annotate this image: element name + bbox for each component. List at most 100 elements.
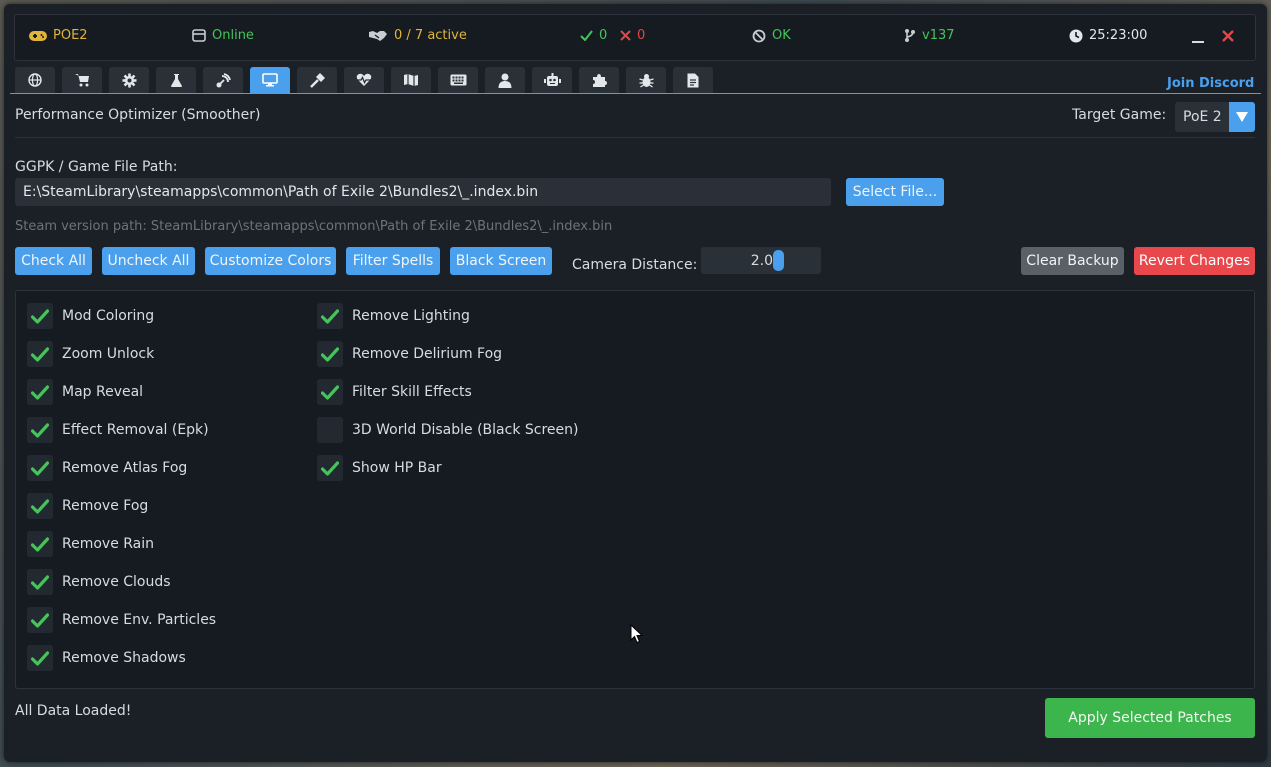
tab-debug[interactable] (626, 67, 666, 93)
option-label: Remove Fog (62, 498, 149, 514)
file-path-label: GGPK / Game File Path: (15, 159, 178, 175)
tab-plugins[interactable] (579, 67, 619, 93)
checkbox[interactable] (317, 341, 343, 367)
target-game-label: Target Game: (1072, 107, 1167, 123)
select-file-button[interactable]: Select File... (846, 178, 944, 206)
tab-tools[interactable] (297, 67, 337, 93)
option-remove-fog[interactable]: Remove Fog (27, 493, 148, 519)
tab-globe[interactable] (15, 67, 55, 93)
check-icon (580, 30, 593, 41)
checkbox[interactable] (27, 341, 53, 367)
app-window: POE2 Online 0 / 7 active 0 0 OK v137 25:… (4, 4, 1267, 762)
option-label: Mod Coloring (62, 308, 155, 324)
checkbox[interactable] (27, 569, 53, 595)
check-all-button[interactable]: Check All (15, 247, 92, 275)
target-game-select[interactable]: PoE 2 (1175, 102, 1255, 132)
option-label: 3D World Disable (Black Screen) (352, 422, 579, 438)
cursor-icon (630, 623, 644, 644)
globe-icon (28, 73, 42, 87)
status-fail: 0 (620, 28, 645, 43)
flask-icon (170, 73, 182, 87)
checkbox[interactable] (27, 303, 53, 329)
page-title: Performance Optimizer (Smoother) (15, 107, 261, 123)
tab-logs[interactable] (673, 67, 713, 93)
close-button[interactable] (1220, 28, 1236, 44)
file-path-input[interactable] (15, 178, 831, 206)
option-remove-env-particles[interactable]: Remove Env. Particles (27, 607, 216, 633)
handshake-icon (369, 31, 387, 41)
status-success-count: 0 (599, 28, 608, 43)
gear-icon (122, 73, 136, 87)
satellite-icon (216, 72, 231, 87)
tab-lab[interactable] (156, 67, 196, 93)
tab-map[interactable] (391, 67, 431, 93)
option-label: Zoom Unlock (62, 346, 155, 362)
camera-distance-slider[interactable]: 2.0 (701, 247, 821, 274)
document-icon (687, 73, 699, 87)
revert-changes-button[interactable]: Revert Changes (1134, 247, 1255, 275)
customize-colors-button[interactable]: Customize Colors (205, 247, 336, 275)
option-remove-rain[interactable]: Remove Rain (27, 531, 154, 557)
option-remove-lighting[interactable]: Remove Lighting (317, 303, 470, 329)
option-remove-delirium-fog[interactable]: Remove Delirium Fog (317, 341, 502, 367)
checkbox[interactable] (317, 455, 343, 481)
camera-distance-label: Camera Distance: (572, 257, 698, 273)
mouse-cursor (630, 623, 644, 648)
checkmark-icon (321, 460, 339, 476)
checkbox[interactable] (317, 379, 343, 405)
hammer-icon (309, 72, 325, 88)
option-effect-removal[interactable]: Effect Removal (Epk) (27, 417, 209, 443)
bug-icon (638, 73, 654, 88)
tab-performance[interactable] (250, 67, 290, 93)
status-health: OK (752, 28, 791, 43)
checkbox[interactable] (27, 607, 53, 633)
checkbox[interactable] (27, 531, 53, 557)
dropdown-arrow (1229, 102, 1255, 132)
status-active-label: 0 / 7 active (394, 28, 467, 43)
tab-cart[interactable] (62, 67, 102, 93)
checkbox[interactable] (27, 417, 53, 443)
option-remove-shadows[interactable]: Remove Shadows (27, 645, 186, 671)
checkbox[interactable] (27, 379, 53, 405)
tab-profile[interactable] (485, 67, 525, 93)
option-label: Remove Clouds (62, 574, 171, 590)
checkbox[interactable] (27, 645, 53, 671)
option-remove-clouds[interactable]: Remove Clouds (27, 569, 171, 595)
slider-handle[interactable] (773, 250, 784, 271)
triangle-down-icon (1236, 112, 1248, 122)
checkmark-icon (31, 308, 49, 324)
checkbox[interactable] (317, 303, 343, 329)
option-show-hp-bar[interactable]: Show HP Bar (317, 455, 442, 481)
option-filter-skill-effects[interactable]: Filter Skill Effects (317, 379, 472, 405)
uncheck-all-button[interactable]: Uncheck All (102, 247, 195, 275)
status-fail-count: 0 (637, 28, 646, 43)
tab-health[interactable] (344, 67, 384, 93)
status-version-label: v137 (922, 28, 955, 43)
option-zoom-unlock[interactable]: Zoom Unlock (27, 341, 154, 367)
option-map-reveal[interactable]: Map Reveal (27, 379, 143, 405)
tab-settings[interactable] (109, 67, 149, 93)
tab-keyboard[interactable] (438, 67, 478, 93)
checkmark-icon (31, 384, 49, 400)
checkbox[interactable] (27, 493, 53, 519)
checkbox[interactable] (317, 417, 343, 443)
option-3d-world-disable[interactable]: 3D World Disable (Black Screen) (317, 417, 578, 443)
option-label: Map Reveal (62, 384, 144, 400)
checkbox[interactable] (27, 455, 53, 481)
gamepad-icon (29, 30, 47, 41)
minimize-button[interactable] (1191, 29, 1205, 43)
cart-icon (74, 74, 89, 87)
filter-spells-button[interactable]: Filter Spells (346, 247, 440, 275)
tab-bot[interactable] (532, 67, 572, 93)
black-screen-button[interactable]: Black Screen (450, 247, 552, 275)
clear-backup-button[interactable]: Clear Backup (1021, 247, 1124, 275)
option-label: Remove Rain (62, 536, 155, 552)
option-mod-coloring[interactable]: Mod Coloring (27, 303, 154, 329)
join-discord-link[interactable]: Join Discord (1167, 76, 1254, 91)
tab-satellite[interactable] (203, 67, 243, 93)
option-remove-atlas-fog[interactable]: Remove Atlas Fog (27, 455, 187, 481)
checkmark-icon (321, 308, 339, 324)
status-connection-label: Online (212, 28, 254, 43)
apply-patches-button[interactable]: Apply Selected Patches (1045, 698, 1255, 738)
keyboard-icon (450, 74, 466, 86)
